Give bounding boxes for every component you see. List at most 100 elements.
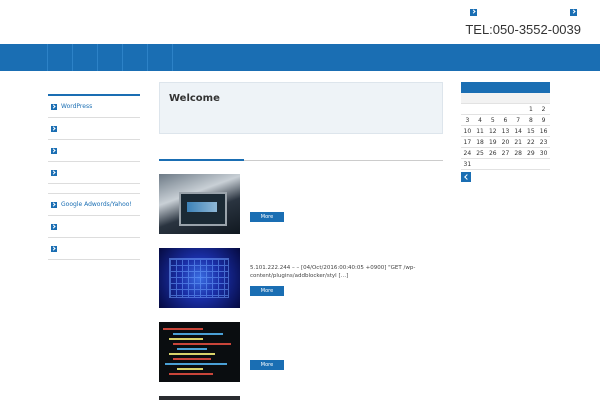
more-button[interactable]: More: [250, 286, 284, 296]
post-thumbnail[interactable]: [159, 174, 240, 234]
calendar-day: 10: [463, 128, 472, 135]
code-line: [177, 348, 207, 350]
post-card: More: [159, 322, 443, 386]
circuit-image: [169, 258, 229, 298]
calendar-day: 31: [463, 161, 472, 168]
calendar-day: 21: [514, 139, 522, 146]
calendar-day: 11: [476, 128, 484, 135]
welcome-box: Welcome: [159, 82, 443, 134]
calendar-week-row: 12: [461, 104, 550, 115]
weekday: [486, 93, 499, 104]
chevron-right-icon: [51, 223, 57, 230]
weekday: [474, 93, 487, 104]
divider-accent: [159, 159, 244, 161]
post-card: [159, 396, 443, 400]
sidebar-item-google-adwords[interactable]: Google Adwords/Yahoo!: [48, 194, 140, 216]
post-thumbnail[interactable]: [159, 396, 240, 400]
calendar-day: 2: [541, 106, 546, 113]
chevron-right-icon: [51, 245, 57, 252]
weekday: [499, 93, 512, 104]
calendar-day: [525, 159, 538, 170]
chevron-right-icon: [51, 125, 57, 132]
calendar-day: 30: [539, 150, 548, 157]
sidebar-divider: [48, 184, 140, 194]
calendar-day: 6: [503, 117, 508, 124]
post-thumbnail[interactable]: [159, 322, 240, 382]
code-line: [177, 368, 203, 370]
sidebar: WordPress Google Adwords/Yahoo!: [48, 80, 140, 260]
post-thumbnail[interactable]: [159, 248, 240, 308]
sidebar-item-web[interactable]: [48, 238, 140, 260]
post-excerpt: 5.101.222.244 – – [04/Oct/2016:00:40:05 …: [250, 265, 416, 279]
code-line: [173, 343, 231, 345]
sidebar-item-label: Google Adwords/Yahoo!: [61, 201, 132, 208]
calendar-day: [486, 104, 499, 115]
weekday: [537, 93, 550, 104]
calendar-body: 1 2 3 4 5 6 7 8 9 10 11 12 13 14 15 16 17 18 19 20 21 22 23 24 2…: [461, 104, 550, 170]
code-line: [169, 373, 213, 375]
calendar-day: 5: [490, 117, 495, 124]
calendar-day: [474, 104, 487, 115]
chevron-right-icon: [51, 169, 57, 176]
calendar-month: [461, 82, 550, 93]
welcome-title: Welcome: [169, 93, 220, 104]
calendar-day: [512, 104, 525, 115]
welcome-text: [169, 117, 429, 126]
weekday: [512, 93, 525, 104]
calendar-day: 27: [501, 150, 510, 157]
calendar-day: 25: [476, 150, 484, 157]
calendar-day: [486, 159, 499, 170]
calendar-week-row: 31: [461, 159, 550, 170]
calendar-day: 26: [488, 150, 497, 157]
code-line: [165, 363, 227, 365]
sidebar-item-wordpress[interactable]: WordPress: [48, 96, 140, 118]
nav-item-whois[interactable]: [122, 44, 147, 71]
monitor-image: [179, 192, 227, 226]
post-excerpt: [250, 190, 442, 212]
calendar-day: 29: [527, 150, 535, 157]
post-card: 5.101.222.244 – – [04/Oct/2016:00:40:05 …: [159, 248, 443, 312]
sidebar-item-3[interactable]: [48, 140, 140, 162]
calendar-day: [474, 159, 487, 170]
post-title[interactable]: [250, 250, 440, 260]
site-description: [50, 30, 420, 39]
calendar-weekday-row: [461, 93, 550, 104]
calendar-day: [461, 104, 474, 115]
calendar-day: 23: [539, 139, 548, 146]
nav-item-1[interactable]: [47, 44, 72, 71]
calendar-week-row: 17 18 19 20 21 22 23: [461, 137, 550, 148]
calendar-day: 20: [501, 139, 510, 146]
main-nav: [0, 44, 600, 71]
code-line: [173, 333, 223, 335]
sidebar-item-6[interactable]: [48, 216, 140, 238]
calendar-day: 28: [514, 150, 522, 157]
more-button[interactable]: More: [250, 212, 284, 222]
chevron-right-icon: [51, 147, 57, 154]
code-line: [163, 328, 203, 330]
nav-item-3[interactable]: [97, 44, 122, 71]
calendar-widget: 1 2 3 4 5 6 7 8 9 10 11 12 13 14 15 16 17 18 19 20 21 22 23 24 2…: [461, 82, 550, 182]
post-title[interactable]: [250, 176, 440, 186]
post-excerpt: [250, 338, 442, 360]
phone-number: TEL:050-3552-0039: [465, 22, 581, 37]
calendar-day: 19: [488, 139, 497, 146]
calendar-day: 4: [478, 117, 482, 124]
calendar-day: [499, 159, 512, 170]
sidebar-item-4[interactable]: [48, 162, 140, 184]
calendar-week-row: 10 11 12 13 14 15 16: [461, 126, 550, 137]
code-line: [173, 358, 211, 360]
sidebar-item-2[interactable]: [48, 118, 140, 140]
post-title[interactable]: [250, 324, 440, 334]
calendar-week-row: 3 4 5 6 78 9: [461, 115, 550, 126]
calendar-prev-month-button[interactable]: [461, 172, 471, 182]
weekday: [525, 93, 538, 104]
code-line: [169, 338, 203, 340]
post-card: More: [159, 174, 443, 238]
site-title[interactable]: [50, 10, 420, 24]
calendar-day: 8: [528, 117, 533, 124]
more-button[interactable]: More: [250, 360, 284, 370]
calendar-day: 3: [465, 117, 470, 124]
nav-item-2[interactable]: [72, 44, 97, 71]
calendar-day: 13: [501, 128, 510, 135]
nav-item-5[interactable]: [147, 44, 173, 71]
